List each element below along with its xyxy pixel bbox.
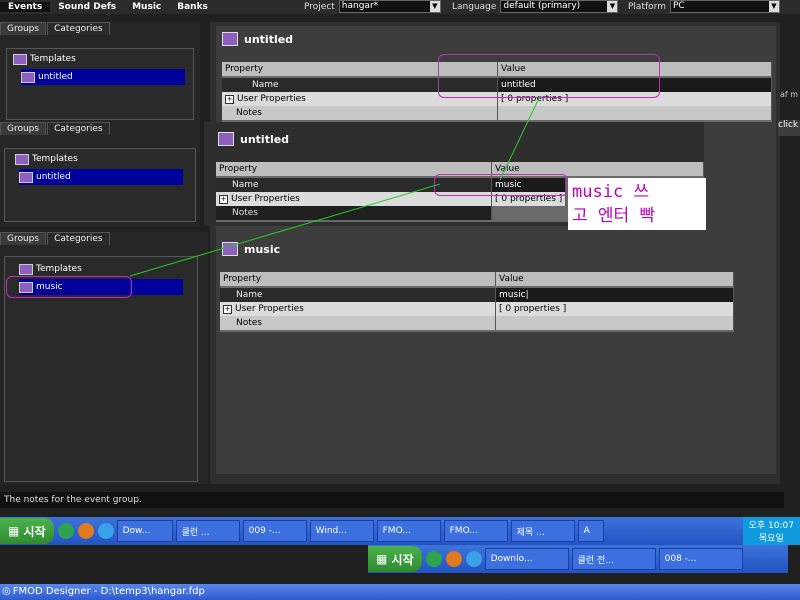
annotation-line-2: 고 엔터 빡 [572, 206, 656, 226]
task-button[interactable]: 009 -... [242, 520, 307, 542]
windows-icon: ▦ [8, 524, 20, 538]
annotation-line-1: music 쓰 [572, 182, 650, 202]
task-button[interactable]: 제목 ... [510, 520, 575, 542]
start-label: 시작 [391, 552, 414, 567]
annotation-note: music 쓰 고 엔터 빡 [568, 178, 706, 230]
connector-line [499, 95, 541, 181]
taskbar: ▦ 시작 Dow... 클런 ... 009 -... Wind... FMO.… [0, 517, 800, 545]
firefox-icon[interactable] [445, 551, 462, 567]
task-button[interactable]: FMO... [376, 520, 441, 542]
task-button[interactable]: Wind... [309, 520, 374, 542]
firefox-icon[interactable] [77, 523, 94, 539]
connector-lines [129, 95, 541, 277]
font-app-icon[interactable]: A [577, 520, 604, 542]
start-button[interactable]: ▦ 시작 [0, 518, 54, 544]
start-label: 시작 [23, 524, 46, 539]
connector-line [129, 183, 441, 277]
task-button[interactable]: 008 -... [658, 548, 743, 570]
status-bar: The notes for the event group. [0, 492, 784, 508]
task-button[interactable]: Downlo... [484, 548, 569, 570]
ie-icon[interactable] [97, 523, 114, 539]
task-button[interactable]: 클런 ... [175, 520, 240, 542]
window-title-bar: ◎ FMOD Designer - D:\temp3\hangar.fdp [0, 584, 800, 600]
start-button[interactable]: ▦ 시작 [368, 546, 422, 572]
task-button[interactable]: Dow... [116, 520, 173, 542]
clock-time: 오후 10:07 [748, 521, 794, 531]
utorrent-icon[interactable] [57, 523, 74, 539]
taskbar-duplicate: ▦ 시작 Downlo... 클런 전... 008 -... [368, 545, 788, 573]
clock-day: 목요일 [758, 534, 784, 544]
ie-icon[interactable] [465, 551, 482, 567]
utorrent-icon[interactable] [425, 551, 442, 567]
task-button[interactable]: FMO... [443, 520, 508, 542]
task-button[interactable]: 클런 전... [571, 548, 656, 570]
window-title: FMOD Designer - D:\temp3\hangar.fdp [12, 586, 205, 597]
windows-icon: ▦ [376, 552, 388, 566]
app-icon: ◎ [2, 586, 11, 597]
system-tray: 오후 10:07 목요일 [742, 517, 800, 545]
